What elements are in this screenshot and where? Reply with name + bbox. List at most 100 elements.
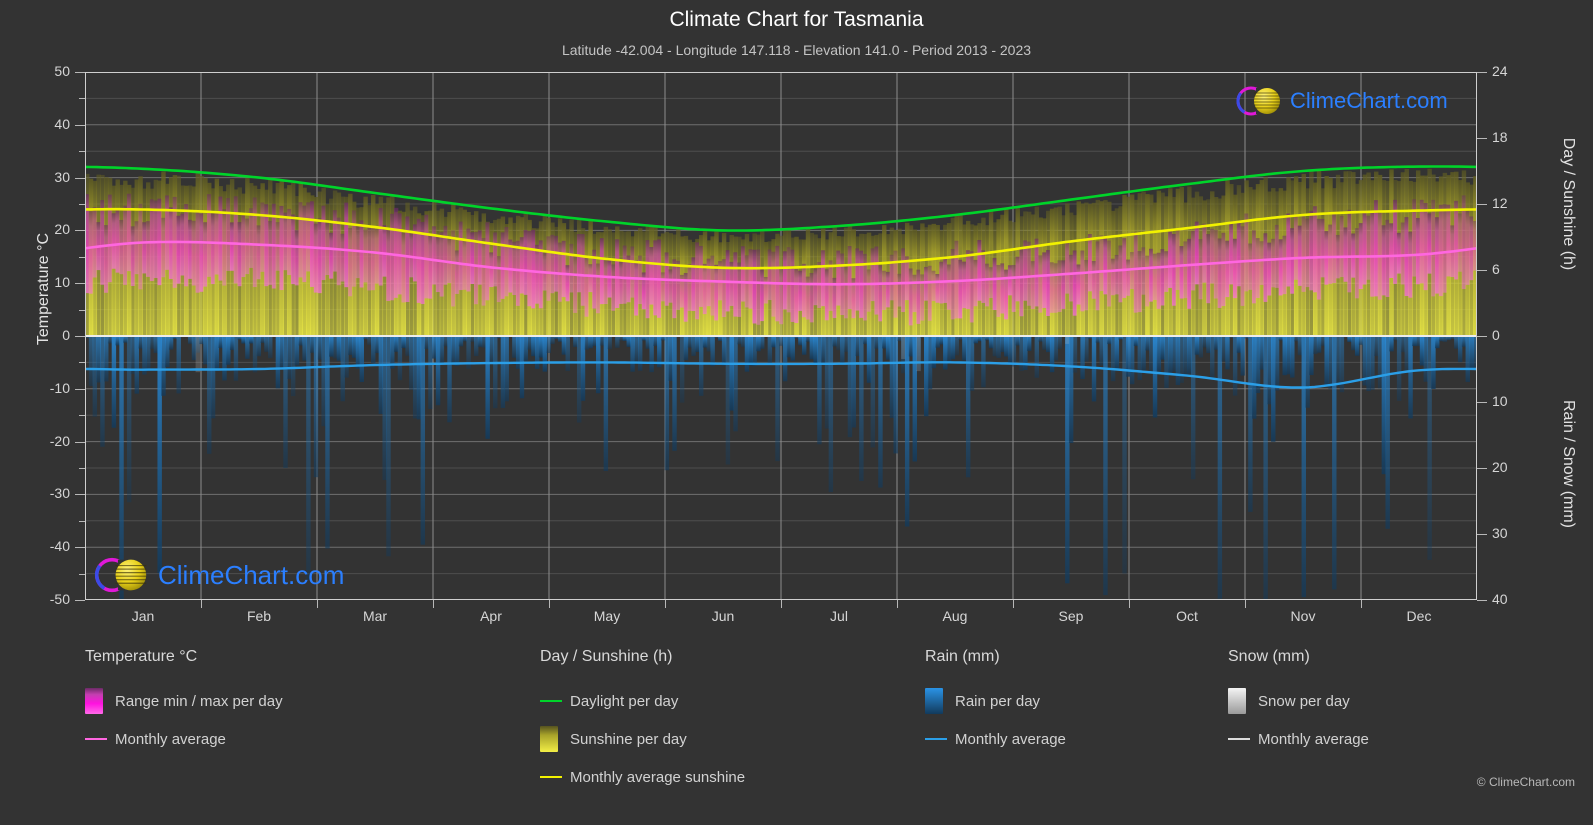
legend-item[interactable]: Sunshine per day (540, 720, 745, 758)
left-tick-mark (75, 494, 85, 496)
legend-item[interactable]: Range min / max per day (85, 682, 283, 720)
right-axis-tick-hours-24: 24 (1492, 63, 1508, 79)
legend-swatch (85, 688, 103, 714)
x-tick-mark (433, 600, 434, 608)
right-tick-mark (1477, 204, 1487, 205)
right-tick-mark (1477, 402, 1487, 403)
left-tick-mark (75, 441, 85, 443)
legend: Temperature °C Range min / max per day Mon… (0, 648, 1593, 798)
x-tick-mark (1129, 600, 1130, 608)
legend-swatch (540, 726, 558, 752)
legend-label: Sunshine per day (570, 730, 687, 748)
x-axis-tick-Jun: Jun (711, 608, 735, 624)
legend-item[interactable]: Rain per day (925, 682, 1066, 720)
legend-label: Daylight per day (570, 692, 679, 710)
right-axis-tick-mm-10: 10 (1492, 393, 1508, 409)
left-axis-tick-50: 50 (54, 63, 70, 79)
right-axis-tick-mm-40: 40 (1492, 591, 1508, 607)
watermark-logo-top: ClimeChart.com (1234, 82, 1448, 120)
legend-line-mark (925, 738, 947, 740)
right-axis-tick-hours-6: 6 (1492, 261, 1500, 277)
left-tick-mark-minor (79, 309, 85, 311)
legend-column-day-sunshine-h: Day / Sunshine (h) Daylight per day Sunshi… (540, 648, 745, 796)
legend-item[interactable]: Snow per day (1228, 682, 1369, 720)
left-tick-mark (75, 124, 85, 126)
legend-label: Monthly average (1258, 730, 1369, 748)
x-axis-tick-Oct: Oct (1176, 608, 1198, 624)
left-tick-mark (75, 600, 85, 601)
x-axis-tick-Sep: Sep (1058, 608, 1084, 624)
x-axis-tick-Nov: Nov (1290, 608, 1316, 624)
legend-item[interactable]: Monthly average (925, 720, 1066, 758)
right-tick-mark (1477, 138, 1487, 139)
right-axis-title-top: Day / Sunshine (h) (1560, 137, 1577, 271)
legend-line-mark (85, 738, 107, 740)
legend-swatch (1228, 688, 1246, 714)
left-axis-tick-30: 30 (54, 168, 70, 185)
left-tick-mark (75, 230, 85, 232)
left-tick-mark (75, 336, 85, 337)
legend-column-rain-mm: Rain (mm) Rain per day Monthly average (925, 648, 1066, 758)
left-tick-mark-minor (79, 520, 85, 522)
legend-column-snow-mm: Snow (mm) Snow per day Monthly average (1228, 648, 1369, 758)
legend-item[interactable]: Daylight per day (540, 682, 745, 720)
right-axis-tick-hours-0: 0 (1492, 327, 1500, 343)
legend-line-mark (540, 776, 562, 778)
legend-heading: Rain (mm) (925, 648, 1000, 665)
right-tick-mark (1477, 336, 1487, 337)
legend-column-temperature-c: Temperature °C Range min / max per day Mon… (85, 648, 283, 758)
left-tick-mark (75, 547, 85, 549)
plot-svg (85, 72, 1477, 600)
x-tick-mark (781, 600, 782, 608)
legend-label: Range min / max per day (115, 692, 283, 710)
right-axis-tick-hours-18: 18 (1492, 129, 1508, 145)
right-axis-tick-hours-12: 12 (1492, 195, 1508, 211)
legend-item[interactable]: Monthly average sunshine (540, 758, 745, 796)
left-tick-mark (75, 72, 85, 73)
legend-item[interactable]: Monthly average (85, 720, 283, 758)
x-tick-mark (317, 600, 318, 608)
right-tick-mark (1477, 534, 1487, 535)
legend-label: Monthly average (955, 730, 1066, 748)
left-axis-tick--30: -30 (49, 485, 70, 502)
right-tick-mark (1477, 600, 1487, 601)
right-axis-tick-mm-30: 30 (1492, 525, 1508, 541)
watermark-logo-text-bottom: ClimeChart.com (158, 559, 345, 590)
copyright-text: © ClimeChart.com (1476, 775, 1575, 789)
legend-label: Monthly average (115, 730, 226, 748)
left-tick-mark-minor (79, 362, 85, 364)
left-tick-mark (75, 283, 85, 285)
left-tick-mark (75, 177, 85, 179)
legend-line-mark (540, 700, 562, 702)
watermark-logo-bottom: ClimeChart.com (92, 552, 344, 598)
x-axis-tick-Apr: Apr (480, 608, 502, 624)
page-title: Climate Chart for Tasmania (669, 8, 924, 31)
left-axis-tick--50: -50 (49, 591, 70, 607)
legend-item[interactable]: Monthly average (1228, 720, 1369, 758)
legend-line-mark (1228, 738, 1250, 740)
right-axis-tick-mm-20: 20 (1492, 459, 1508, 475)
left-tick-mark-minor (79, 256, 85, 258)
left-tick-mark (75, 388, 85, 390)
left-axis-tick-40: 40 (54, 115, 70, 132)
x-tick-mark (201, 600, 202, 608)
legend-heading: Day / Sunshine (h) (540, 648, 673, 665)
x-tick-mark (549, 600, 550, 608)
x-axis-tick-Jul: Jul (830, 608, 848, 624)
x-axis-tick-May: May (593, 608, 621, 624)
legend-label: Monthly average sunshine (570, 768, 746, 786)
left-tick-mark-minor (79, 98, 85, 100)
right-tick-mark (1477, 468, 1487, 469)
legend-label: Rain per day (955, 692, 1041, 710)
legend-label: Snow per day (1258, 692, 1350, 710)
left-tick-mark-minor (79, 573, 85, 575)
left-axis-title: Temperature °C (35, 232, 52, 346)
left-tick-mark-minor (79, 415, 85, 417)
left-tick-mark-minor (79, 468, 85, 469)
watermark-logo-text-top: ClimeChart.com (1290, 88, 1448, 113)
right-tick-mark (1477, 270, 1487, 271)
legend-heading: Temperature °C (85, 648, 198, 665)
left-axis-tick--20: -20 (49, 432, 70, 449)
climechart-logo-icon (94, 557, 147, 593)
x-axis-tick-Mar: Mar (362, 608, 388, 624)
